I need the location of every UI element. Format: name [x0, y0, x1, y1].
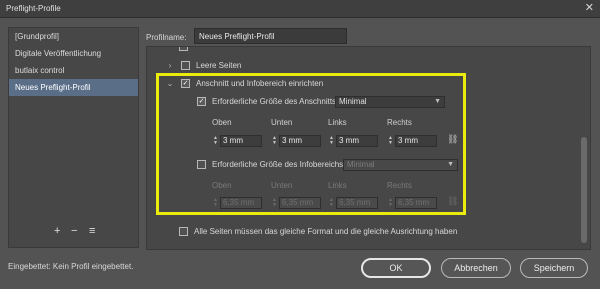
chevron-right-icon[interactable]: ›: [165, 61, 175, 70]
tree-row-leere-seiten: › Leere Seiten: [165, 61, 241, 70]
add-profile-icon[interactable]: +: [54, 225, 60, 237]
window-title: Preflight-Profile: [6, 4, 61, 13]
tree-row-alle-seiten: Alle Seiten müssen das gleiche Format un…: [179, 227, 457, 236]
close-icon[interactable]: ✕: [585, 2, 594, 14]
save-button[interactable]: Speichern: [520, 258, 588, 278]
profile-list: [Grundprofil] Digitale Veröffentlichung …: [8, 27, 139, 248]
cancel-button[interactable]: Abbrechen: [441, 258, 511, 278]
remove-profile-icon[interactable]: −: [71, 225, 77, 237]
profile-name-label: Profilname:: [146, 33, 187, 42]
profile-list-item-selected[interactable]: Neues Preflight-Profil: [9, 79, 138, 96]
alle-seiten-label: Alle Seiten müssen das gleiche Format un…: [194, 227, 458, 236]
profile-menu-icon[interactable]: ≡: [89, 225, 95, 237]
profile-list-toolbar: + − ≡: [9, 225, 138, 237]
scrollbar-thumb[interactable]: [581, 137, 587, 243]
profile-list-item[interactable]: [Grundprofil]: [9, 28, 138, 45]
clipped-row: [179, 47, 194, 51]
scrollbar[interactable]: [581, 51, 587, 247]
profile-list-item[interactable]: butlaix control: [9, 62, 138, 79]
title-bar: Preflight-Profile ✕: [0, 0, 600, 18]
ok-button[interactable]: OK: [361, 258, 431, 278]
profile-name-field[interactable]: [194, 28, 347, 44]
embedded-status: Eingebettet: Kein Profil eingebettet.: [8, 262, 134, 271]
alle-seiten-checkbox[interactable]: [179, 227, 188, 236]
leere-seiten-checkbox[interactable]: [181, 61, 190, 70]
highlight-frame: [156, 73, 466, 215]
leere-seiten-label: Leere Seiten: [196, 61, 242, 70]
profile-list-item[interactable]: Digitale Veröffentlichung: [9, 45, 138, 62]
checkbox[interactable]: [179, 47, 188, 51]
